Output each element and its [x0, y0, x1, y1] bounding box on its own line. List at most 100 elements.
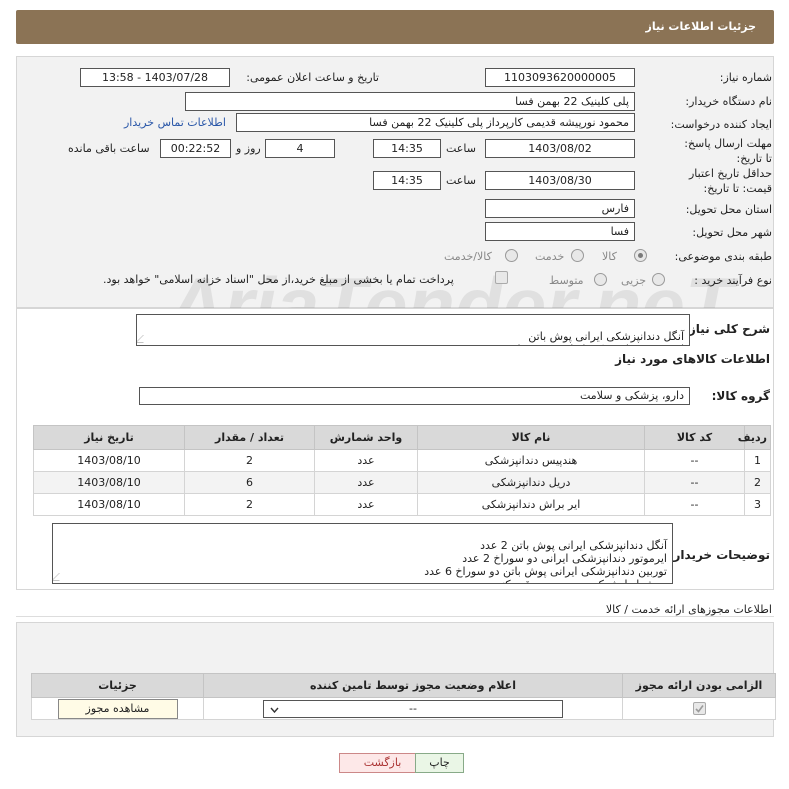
- permit-required-checkbox[interactable]: [692, 702, 706, 716]
- category-radio-goods[interactable]: [634, 249, 647, 262]
- goods-section-title: اطلاعات کالاهای مورد نیاز: [615, 352, 770, 366]
- price-validity-time-label: ساعت: [446, 174, 476, 187]
- col-goods-code: کد کالا: [644, 425, 745, 450]
- process-label: نوع فرآیند خرید :: [694, 274, 772, 287]
- need-number-field: 1103093620000005: [485, 68, 635, 87]
- cell-unit: عدد: [314, 449, 418, 472]
- buyer-notes-textarea: آنگل دندانپزشکی ایرانی پوش باتن 2 عدد ای…: [52, 523, 673, 584]
- cell-goods-name: هندپیس دندانپزشکی: [417, 449, 645, 472]
- permits-section-title: اطلاعات مجوزهای ارائه خدمت / کالا: [605, 603, 772, 616]
- cell-unit: عدد: [314, 471, 418, 494]
- table-row: -- مشاهده مجوز: [31, 697, 776, 720]
- cell-need-date: 1403/08/10: [33, 471, 185, 494]
- price-validity-time-field: 14:35: [373, 171, 441, 190]
- days-label: روز و: [236, 142, 261, 155]
- col-quantity: تعداد / مقدار: [184, 425, 315, 450]
- category-option-goods-service: کالا/خدمت: [444, 250, 492, 263]
- resize-grip-icon[interactable]: [53, 573, 67, 581]
- category-option-goods: کالا: [602, 250, 617, 263]
- permits-table-header: الزامی بودن ارائه مجوز اعلام وضعیت مجوز …: [31, 673, 776, 698]
- category-radio-goods-service[interactable]: [505, 249, 518, 262]
- cell-goods-name: دریل دندانپزشکی: [417, 471, 645, 494]
- days-remaining-field: 4: [265, 139, 335, 158]
- summary-text: آنگل دندانپزشکی ایرانی پوش باتن ایرموتور…: [510, 330, 684, 345]
- creator-label: ایجاد کننده درخواست:: [670, 118, 772, 131]
- process-radio-medium[interactable]: [594, 273, 607, 286]
- cell-quantity: 2: [184, 493, 315, 516]
- buyer-org-field: پلی کلینیک 22 بهمن فسا: [185, 92, 635, 111]
- goods-table: ردیف کد کالا نام کالا واحد شمارش تعداد /…: [33, 425, 771, 516]
- deadline-date-field: 1403/08/02: [485, 139, 635, 158]
- permits-table: الزامی بودن ارائه مجوز اعلام وضعیت مجوز …: [31, 673, 776, 720]
- cell-need-date: 1403/08/10: [33, 493, 185, 516]
- view-permit-button[interactable]: مشاهده مجوز: [57, 698, 178, 719]
- treasury-payment-note: پرداخت تمام یا بخشی از مبلغ خرید،از محل …: [103, 273, 454, 286]
- summary-textarea: آنگل دندانپزشکی ایرانی پوش باتن ایرموتور…: [136, 314, 690, 346]
- cell-permit-required: [622, 697, 776, 720]
- province-field: فارس: [485, 199, 635, 218]
- deadline-time-field: 14:35: [373, 139, 441, 158]
- cell-quantity: 6: [184, 471, 315, 494]
- col-goods-name: نام کالا: [417, 425, 645, 450]
- cell-permit-status: --: [203, 697, 623, 720]
- cell-goods-code: --: [644, 471, 745, 494]
- cell-quantity: 2: [184, 449, 315, 472]
- resize-grip-icon[interactable]: [137, 335, 151, 343]
- remaining-time-label: ساعت باقی مانده: [68, 142, 150, 155]
- print-button[interactable]: چاپ: [415, 753, 464, 773]
- col-row-number: ردیف: [738, 425, 771, 450]
- check-icon: [694, 705, 704, 713]
- process-radio-minor[interactable]: [652, 273, 665, 286]
- table-row: 1 -- هندپیس دندانپزشکی عدد 2 1403/08/10: [33, 449, 771, 472]
- cell-unit: عدد: [314, 493, 418, 516]
- province-label: استان محل تحویل:: [685, 203, 772, 216]
- price-validity-date-field: 1403/08/30: [485, 171, 635, 190]
- buyer-org-label: نام دستگاه خریدار:: [685, 95, 772, 108]
- creator-field: محمود نورپیشه قدیمی کارپرداز پلی کلینیک …: [236, 113, 635, 132]
- goods-table-header: ردیف کد کالا نام کالا واحد شمارش تعداد /…: [33, 425, 771, 450]
- chevron-down-icon: [270, 707, 279, 713]
- category-label: طبقه بندی موضوعی:: [674, 250, 772, 263]
- cell-row-number: 1: [744, 449, 771, 472]
- col-permit-status: اعلام وضعیت مجوز توسط تامین کننده: [203, 673, 623, 698]
- buyer-notes-text: آنگل دندانپزشکی ایرانی پوش باتن 2 عدد ای…: [424, 539, 667, 583]
- cell-row-number: 3: [744, 493, 771, 516]
- buyer-notes-label: توضیحات خریدار:: [668, 548, 770, 562]
- category-radio-service[interactable]: [571, 249, 584, 262]
- goods-group-label: گروه کالا:: [711, 389, 770, 403]
- col-need-date: تاریخ نیاز: [33, 425, 185, 450]
- city-label: شهر محل تحویل:: [692, 226, 772, 239]
- summary-label: شرح کلی نیاز:: [684, 322, 770, 336]
- cell-goods-code: --: [644, 449, 745, 472]
- price-validity-label: حداقل تاریخ اعتبار قیمت: تا تاریخ:: [688, 167, 772, 195]
- col-permit-details: جزئیات: [31, 673, 204, 698]
- cell-goods-name: ایر براش دندانپزشکی: [417, 493, 645, 516]
- divider: [16, 616, 774, 617]
- category-option-service: خدمت: [535, 250, 565, 263]
- table-row: 3 -- ایر براش دندانپزشکی عدد 2 1403/08/1…: [33, 493, 771, 516]
- announce-field: 1403/07/28 - 13:58: [80, 68, 230, 87]
- treasury-payment-checkbox[interactable]: [495, 271, 508, 284]
- cell-need-date: 1403/08/10: [33, 449, 185, 472]
- buyer-contact-link[interactable]: اطلاعات تماس خریدار: [124, 116, 226, 129]
- page-header: جزئیات اطلاعات نیاز: [16, 10, 774, 44]
- permit-status-value: --: [409, 701, 417, 715]
- remaining-time-field: 00:22:52: [160, 139, 231, 158]
- back-button[interactable]: بازگشت: [339, 753, 426, 773]
- col-unit: واحد شمارش: [314, 425, 418, 450]
- cell-permit-details: مشاهده مجوز: [31, 697, 204, 720]
- page-title: جزئیات اطلاعات نیاز: [645, 20, 757, 33]
- need-number-label: شماره نیاز:: [719, 71, 772, 84]
- process-option-medium: متوسط: [549, 274, 584, 287]
- permit-status-select[interactable]: --: [263, 699, 563, 718]
- process-option-minor: جزیی: [621, 274, 647, 287]
- col-permit-required: الزامی بودن ارائه مجوز: [622, 673, 776, 698]
- goods-group-field: دارو، پزشکی و سلامت: [139, 387, 690, 405]
- cell-goods-code: --: [644, 493, 745, 516]
- table-row: 2 -- دریل دندانپزشکی عدد 6 1403/08/10: [33, 471, 771, 494]
- announce-label: تاریخ و ساعت اعلان عمومی:: [246, 71, 379, 84]
- city-field: فسا: [485, 222, 635, 241]
- deadline-label: مهلت ارسال پاسخ: تا تاریخ:: [684, 137, 772, 165]
- deadline-time-label: ساعت: [446, 142, 476, 155]
- cell-row-number: 2: [744, 471, 771, 494]
